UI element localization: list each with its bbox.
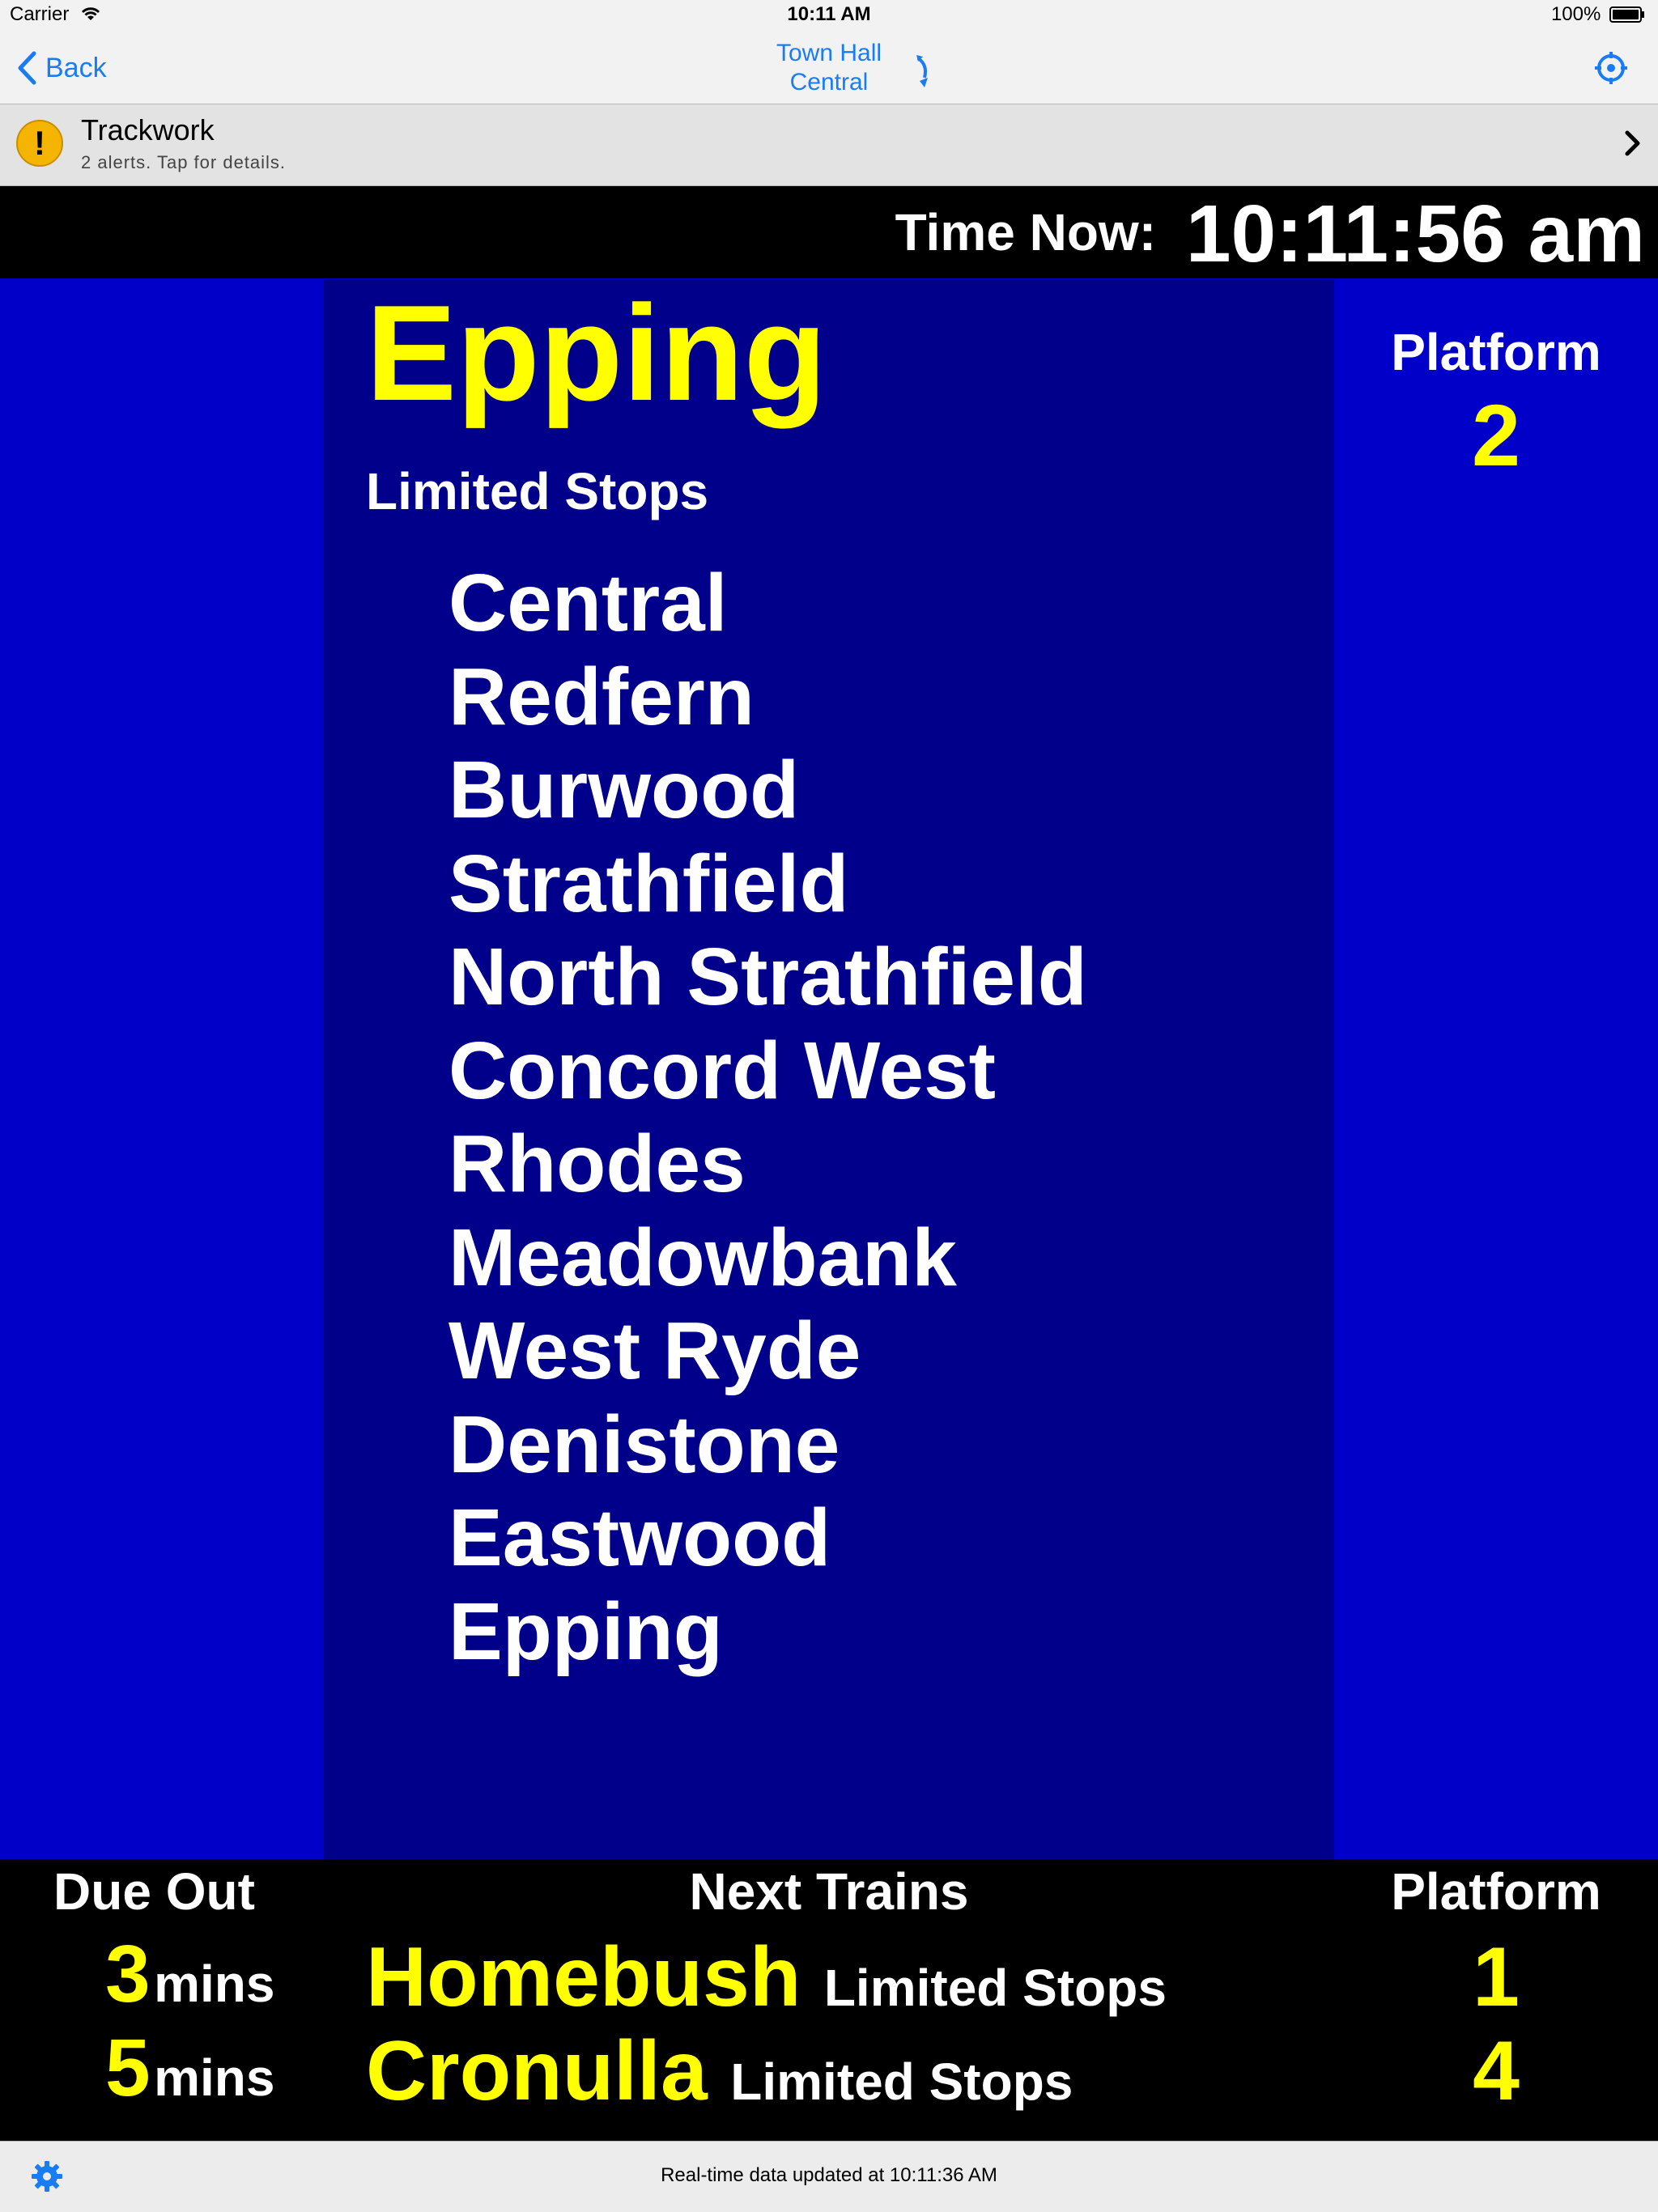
due-minutes: 5 xyxy=(105,2023,151,2113)
stops-list: Central Redfern Burwood Strathfield Nort… xyxy=(449,557,1087,1679)
departure-service-type: Limited Stops xyxy=(366,462,709,520)
route-title-button[interactable]: Town Hall Central xyxy=(680,39,978,97)
stop-item: Meadowbank xyxy=(449,1212,957,1303)
platform-header: Platform xyxy=(1391,1862,1601,1921)
alert-title: Trackwork xyxy=(81,113,215,146)
chevron-right-icon[interactable] xyxy=(1623,129,1643,157)
next-train-row-due: 5 mins xyxy=(105,2022,274,2115)
stop-item: Rhodes xyxy=(449,1119,746,1209)
battery-icon xyxy=(1609,6,1644,23)
chevron-left-icon xyxy=(18,51,36,85)
locate-icon[interactable] xyxy=(1593,50,1629,86)
due-unit: mins xyxy=(154,1955,275,2013)
trackwork-alert-banner[interactable] xyxy=(0,104,1658,186)
next-train-destination: Cronulla xyxy=(366,2024,708,2118)
clock-status: 10:11 AM xyxy=(787,3,871,25)
time-now-label: Time Now: xyxy=(895,203,1156,261)
stop-item: Redfern xyxy=(449,651,755,742)
back-button[interactable]: Back xyxy=(16,47,107,89)
stop-item: North Strathfield xyxy=(449,932,1087,1022)
next-train-row-due: 3 mins xyxy=(105,1928,274,2021)
time-now-value: 10:11:56 am xyxy=(1185,189,1645,279)
alert-subtitle: 2 alerts. Tap for details. xyxy=(81,152,287,172)
stop-item: Denistone xyxy=(449,1399,840,1490)
warning-icon: ! xyxy=(16,120,63,167)
due-unit: mins xyxy=(154,2049,275,2107)
swap-direction-icon xyxy=(916,55,928,87)
destination-station: Central xyxy=(789,69,869,96)
back-label: Back xyxy=(45,52,107,83)
departure-destination: Epping xyxy=(366,277,827,429)
stop-item: Epping xyxy=(449,1586,723,1677)
battery-status: 100% xyxy=(1551,3,1645,26)
platform-number: 2 xyxy=(1471,386,1521,484)
origin-station: Town Hall xyxy=(776,40,882,66)
stop-item: Strathfield xyxy=(449,838,849,929)
due-minutes: 3 xyxy=(105,1929,151,2019)
stop-item: Burwood xyxy=(449,745,800,835)
next-train-destination: Homebush xyxy=(366,1930,801,2024)
next-train-service-type: Limited Stops xyxy=(730,2053,1073,2111)
stop-item: Central xyxy=(449,558,728,648)
next-train-row-destination: Homebush Limited Stops xyxy=(366,1930,1167,2026)
stop-item: Eastwood xyxy=(449,1492,831,1583)
next-train-platform: 4 xyxy=(1473,2024,1520,2118)
last-updated-label: Real-time data updated at 10:11:36 AM xyxy=(661,2164,997,2186)
platform-label: Platform xyxy=(1391,323,1601,381)
next-train-platform: 1 xyxy=(1473,1930,1520,2024)
stop-item: West Ryde xyxy=(449,1306,861,1396)
next-train-row-destination: Cronulla Limited Stops xyxy=(366,2023,1073,2120)
next-train-service-type: Limited Stops xyxy=(823,1959,1167,2017)
stop-item: Concord West xyxy=(449,1025,996,1116)
